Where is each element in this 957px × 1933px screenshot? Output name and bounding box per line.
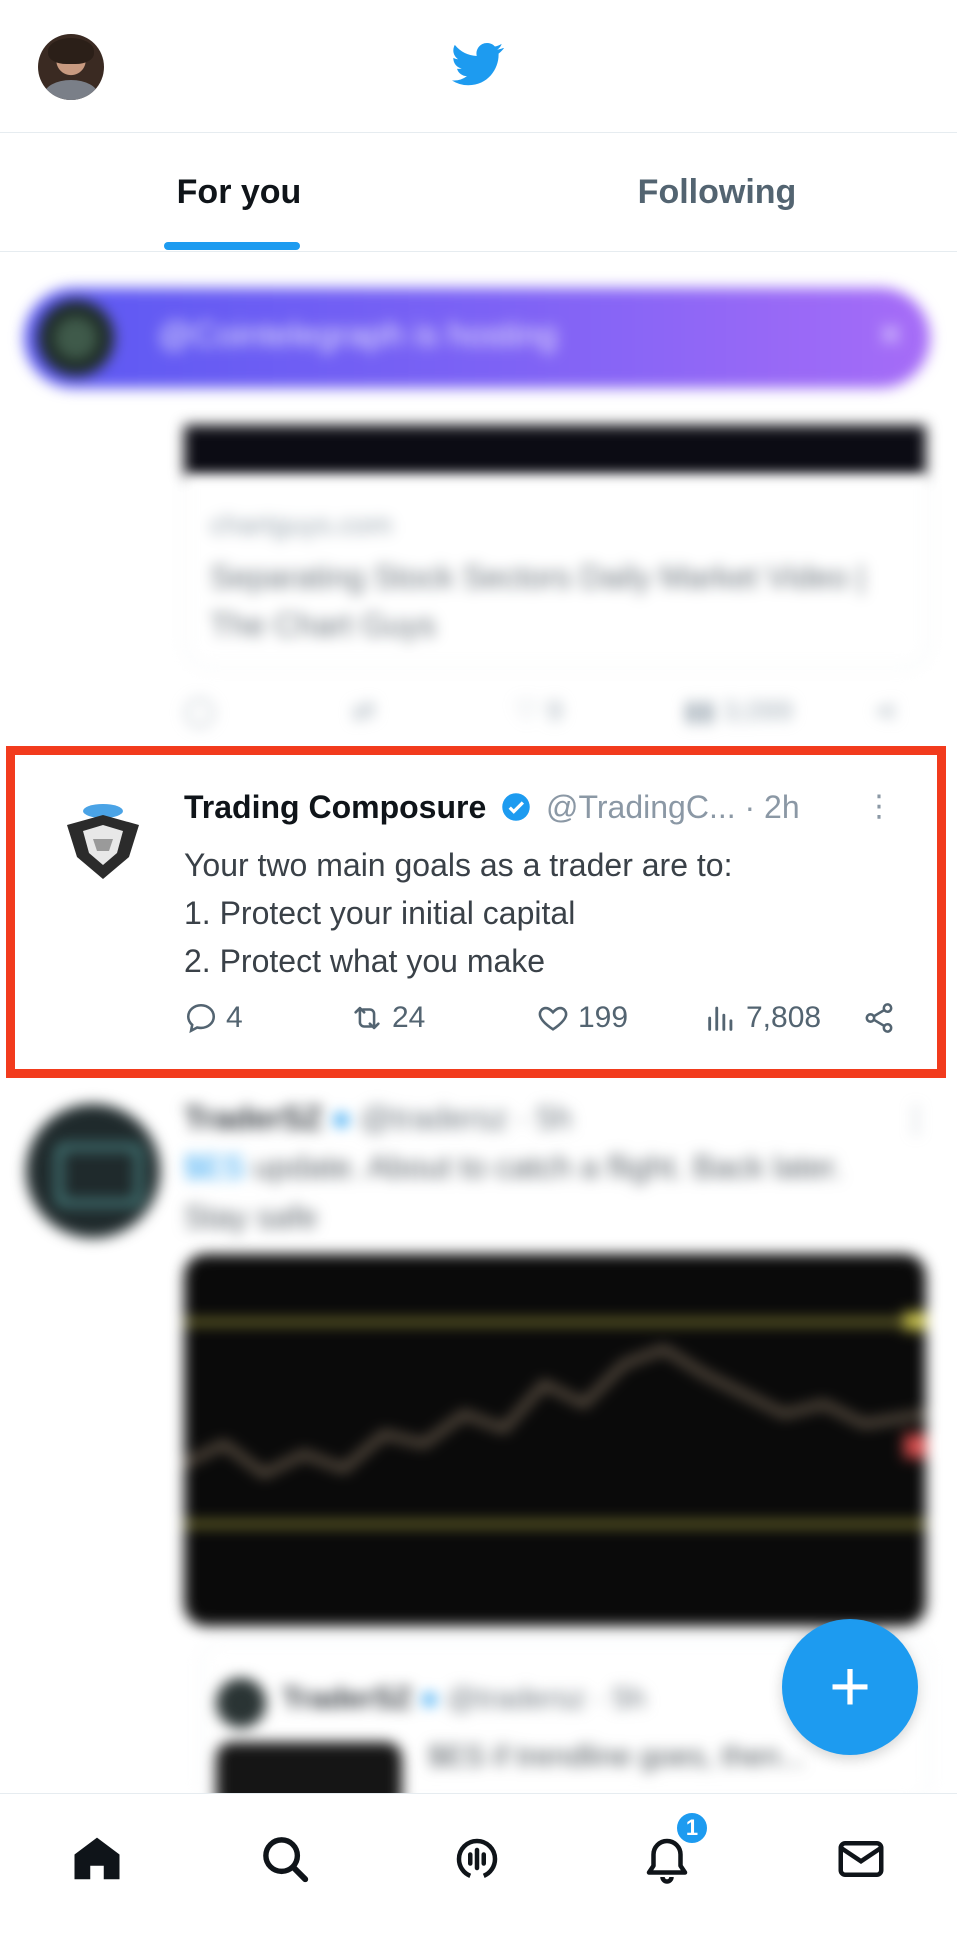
view-count: 3,099: [722, 695, 793, 726]
spaces-icon: [456, 1838, 498, 1878]
tweet-author-avatar[interactable]: [53, 795, 153, 895]
next-author-name[interactable]: TraderSZ: [184, 1100, 323, 1136]
share-icon[interactable]: ⋖: [874, 694, 897, 727]
profile-avatar[interactable]: [38, 34, 104, 100]
tweet-header: Trading Composure @TradingC... · 2h ⋮: [184, 789, 904, 833]
nav-home[interactable]: [62, 1824, 132, 1894]
more-options-icon[interactable]: ⋮: [864, 789, 894, 824]
previous-tweet-media[interactable]: [184, 425, 926, 477]
reply-icon: [186, 1003, 216, 1034]
link-card-title: Separating Stock Sectors Daily Market Vi…: [210, 559, 866, 643]
retweet-icon: [354, 1006, 380, 1030]
compose-tweet-button[interactable]: +: [782, 1619, 918, 1755]
search-icon: [263, 1837, 309, 1883]
previous-tweet-link-card[interactable]: chartguys.com Separating Stock Sectors D…: [184, 477, 930, 669]
link-card-domain: chartguys.com: [210, 509, 393, 540]
reply-icon[interactable]: ◯: [184, 694, 215, 727]
tweet-text-line: 2. Protect what you make: [184, 943, 546, 979]
quoted-tweet-text: $ES if trendline goes, then...: [428, 1740, 805, 1773]
nav-notifications[interactable]: 1: [632, 1810, 710, 1894]
home-icon: [74, 1837, 120, 1880]
price-chart-image: [184, 1312, 926, 1526]
notification-count-badge: 1: [674, 1810, 710, 1846]
spaces-banner-text: @Cointelegraph is hosting: [158, 316, 558, 354]
tab-for-you[interactable]: For you: [0, 133, 478, 251]
previous-tweet-actions: ◯ ⇄ ♡ 9 ▮▮ 3,099 ⋖: [184, 688, 904, 738]
verified-badge-icon: [502, 793, 530, 821]
nav-spaces[interactable]: [442, 1824, 512, 1894]
tweet-text: Your two main goals as a trader are to: …: [184, 841, 904, 985]
quoted-tweet-header: TraderSZ ● @tradersz · 5h: [282, 1682, 646, 1715]
quoted-author-name: TraderSZ: [282, 1682, 413, 1715]
focused-tweet[interactable]: Trading Composure @TradingC... · 2h ⋮ Yo…: [15, 755, 937, 1069]
like-count: 199: [578, 1001, 629, 1034]
share-button[interactable]: [862, 995, 904, 1041]
views-icon[interactable]: ▮▮ 3,099: [684, 694, 793, 727]
nav-messages[interactable]: [826, 1824, 896, 1894]
quoted-author-avatar: [216, 1678, 266, 1728]
next-tweet-chart-image[interactable]: [184, 1254, 926, 1626]
author-name[interactable]: Trading Composure: [184, 789, 486, 825]
next-tweet-time: · 5h: [516, 1100, 572, 1136]
next-tweet-header: TraderSZ ● @tradersz · 5h: [184, 1100, 572, 1136]
top-bar: [0, 0, 957, 133]
retweet-button[interactable]: 24: [350, 995, 425, 1041]
views-button[interactable]: 7,808: [704, 995, 821, 1041]
active-tab-indicator: [164, 242, 300, 250]
next-author-handle[interactable]: @tradersz: [360, 1100, 508, 1136]
nav-search[interactable]: [250, 1824, 320, 1894]
quoted-tweet-time: · 5h: [594, 1682, 646, 1715]
tweet-text-line: Your two main goals as a trader are to:: [184, 847, 733, 883]
reply-count: 4: [226, 1001, 243, 1034]
timeline-tabs: For you Following: [0, 133, 957, 252]
messages-envelope-icon: [838, 1841, 884, 1877]
spaces-banner[interactable]: @Cointelegraph is hosting ✕: [24, 288, 930, 388]
like-button[interactable]: 199: [536, 995, 628, 1041]
spaces-host-avatar: [38, 300, 114, 376]
retweet-icon[interactable]: ⇄: [352, 694, 375, 727]
reply-button[interactable]: 4: [184, 995, 243, 1041]
next-tweet-text: $ES update. About to catch a flight. Bac…: [184, 1142, 904, 1242]
tweet-action-bar: 4 24 199 7,808: [184, 995, 924, 1041]
heart-icon: [538, 1006, 568, 1031]
cashtag-link[interactable]: $ES: [184, 1149, 244, 1185]
tweet-time: · 2h: [744, 789, 800, 825]
twitter-bird-icon[interactable]: [448, 38, 508, 90]
retweet-count: 24: [392, 1001, 426, 1034]
twitter-app: For you Following @Cointelegraph is host…: [0, 0, 957, 1933]
tweet-text-line: 1. Protect your initial capital: [184, 895, 576, 931]
views-chart-icon: [708, 1006, 733, 1031]
close-icon[interactable]: ✕: [877, 316, 904, 354]
bottom-navigation: 1: [0, 1793, 957, 1933]
view-count: 7,808: [746, 1001, 822, 1034]
like-icon[interactable]: ♡ 9: [514, 694, 562, 727]
like-count: 9: [546, 695, 563, 726]
next-tweet-author-avatar[interactable]: [26, 1104, 160, 1238]
next-tweet-text-body: update. About to catch a flight. Back la…: [184, 1149, 843, 1235]
author-handle[interactable]: @TradingC...: [546, 789, 736, 825]
more-options-icon[interactable]: ⋮: [900, 1100, 932, 1138]
tab-following[interactable]: Following: [478, 133, 956, 251]
share-icon: [865, 1003, 893, 1033]
quoted-author-handle: @tradersz: [446, 1682, 586, 1715]
